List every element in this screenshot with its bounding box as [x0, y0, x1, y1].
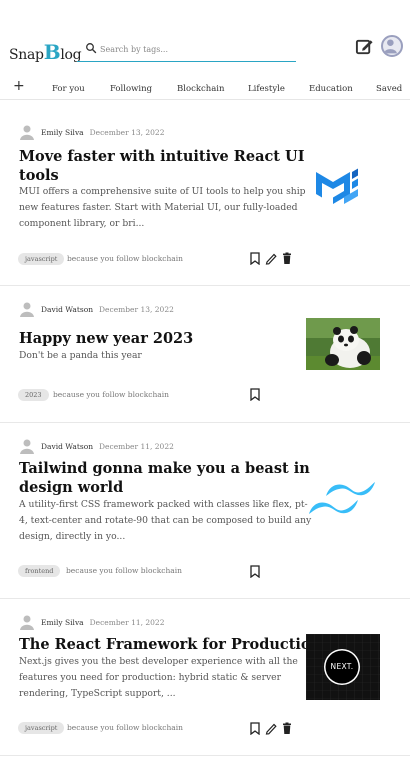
tab-lifestyle[interactable]: Lifestyle [248, 84, 285, 94]
post-title[interactable]: Happy new year 2023 [19, 329, 193, 348]
post-excerpt: MUI offers a comprehensive suite of UI t… [19, 184, 306, 232]
post-author-row: David Watson December 13, 2022 [19, 301, 174, 317]
post-card[interactable]: David Watson December 11, 2022 Tailwind … [0, 438, 410, 599]
author-avatar-icon [20, 615, 34, 630]
tab-following[interactable]: Following [110, 84, 152, 94]
post-date: December 13, 2022 [99, 304, 174, 314]
post-excerpt-line: Next.js gives you the best developer exp… [19, 656, 298, 667]
author-name[interactable]: Emily Silva [41, 618, 84, 627]
recommendation-reason: because you follow blockchain [67, 254, 183, 263]
tab-for-you[interactable]: For you [52, 84, 85, 94]
post-title-line: Move faster with intuitive React UI [19, 148, 305, 165]
post-title-line: design world [19, 479, 124, 496]
post-card[interactable]: Emily Silva December 11, 2022 The React … [0, 614, 410, 756]
bookmark-icon[interactable] [249, 722, 261, 735]
author-name[interactable]: Emily Silva [41, 128, 84, 137]
post-thumbnail[interactable] [306, 478, 380, 524]
app-header: SnapBlog [0, 0, 410, 78]
mui-logo-icon [316, 168, 358, 204]
post-title-line: The React Framework for Production [19, 636, 322, 653]
post-title[interactable]: The React Framework for Production [19, 635, 321, 654]
post-thumbnail[interactable] [306, 318, 380, 370]
post-tag[interactable]: frontend [18, 565, 61, 577]
post-excerpt-line: Don't be a panda this year [19, 350, 142, 361]
post-excerpt: A utility-first CSS framework packed wit… [19, 497, 311, 545]
tab-saved[interactable]: Saved [376, 84, 402, 94]
logo-big-letter: B [43, 40, 61, 64]
post-tag[interactable]: javascript [18, 722, 65, 734]
post-excerpt-line: A utility-first CSS framework packed wit… [19, 499, 308, 510]
post-excerpt-line: new features faster. Start with Material… [19, 202, 298, 213]
post-author-row: Emily Silva December 13, 2022 [19, 124, 164, 140]
recommendation-reason: because you follow blockchain [53, 390, 169, 399]
edit-icon[interactable] [265, 722, 277, 735]
post-card[interactable]: Emily Silva December 13, 2022 Move faste… [0, 124, 410, 286]
app-logo[interactable]: SnapBlog [9, 40, 82, 64]
panda-photo-icon [306, 318, 380, 370]
post-excerpt-line: MUI offers a comprehensive suite of UI t… [19, 186, 306, 197]
author-avatar-icon [20, 125, 34, 140]
post-title-line: Tailwind gonna make you a beast in [19, 460, 310, 477]
post-tag[interactable]: 2023 [18, 389, 49, 401]
recommendation-reason: because you follow blockchain [67, 723, 183, 732]
author-name[interactable]: David Watson [41, 442, 93, 451]
post-date: December 13, 2022 [89, 127, 165, 137]
post-excerpt-line: component library, or bri... [19, 218, 145, 229]
post-excerpt-line: features you need for production: hybrid… [19, 672, 281, 683]
tailwind-logo-icon [309, 482, 375, 514]
search-bar [77, 38, 296, 62]
post-excerpt-line: design, directly in yo... [19, 531, 126, 542]
edit-icon[interactable] [265, 252, 277, 265]
post-title-line: Happy new year 2023 [19, 330, 194, 347]
author-avatar-icon [20, 439, 34, 454]
tab-blockchain[interactable]: Blockchain [177, 84, 225, 94]
bookmark-icon[interactable] [249, 252, 261, 265]
search-icon [86, 43, 97, 54]
recommendation-reason: because you follow blockchain [66, 566, 182, 575]
search-input[interactable] [100, 40, 290, 58]
user-avatar[interactable] [381, 35, 403, 57]
post-excerpt: Next.js gives you the best developer exp… [19, 654, 298, 702]
post-date: December 11, 2022 [89, 617, 165, 627]
post-tag[interactable]: javascript [18, 253, 65, 265]
post-title[interactable]: Move faster with intuitive React UI tool… [19, 147, 304, 185]
add-tab-icon[interactable]: + [13, 78, 25, 94]
delete-icon[interactable] [281, 722, 293, 735]
post-date: December 11, 2022 [99, 441, 174, 451]
post-excerpt-line: 4, text-center and rotate-90 that can be… [19, 515, 312, 526]
bookmark-icon[interactable] [249, 565, 261, 578]
post-thumbnail[interactable]: NEXT. [306, 634, 380, 700]
author-name[interactable]: David Watson [41, 305, 93, 314]
post-thumbnail[interactable] [306, 158, 380, 210]
post-excerpt-line: rendering, TypeScript support, ... [19, 688, 176, 699]
post-excerpt: Don't be a panda this year [19, 348, 142, 364]
post-author-row: Emily Silva December 11, 2022 [19, 614, 164, 630]
delete-icon[interactable] [281, 252, 293, 265]
bookmark-icon[interactable] [249, 388, 261, 401]
user-avatar-icon [383, 39, 397, 54]
nextjs-wordmark: NEXT. [330, 662, 354, 671]
post-title-line: tools [19, 167, 59, 184]
logo-prefix: Snap [9, 47, 44, 63]
post-author-row: David Watson December 11, 2022 [19, 438, 174, 454]
write-post-icon[interactable] [355, 37, 374, 56]
post-card[interactable]: David Watson December 13, 2022 Happy new… [0, 301, 410, 423]
post-title[interactable]: Tailwind gonna make you a beast in desig… [19, 459, 310, 497]
category-tabs: + For you Following Blockchain Lifestyle… [0, 78, 410, 100]
author-avatar-icon [20, 302, 34, 317]
tab-education[interactable]: Education [309, 84, 353, 94]
